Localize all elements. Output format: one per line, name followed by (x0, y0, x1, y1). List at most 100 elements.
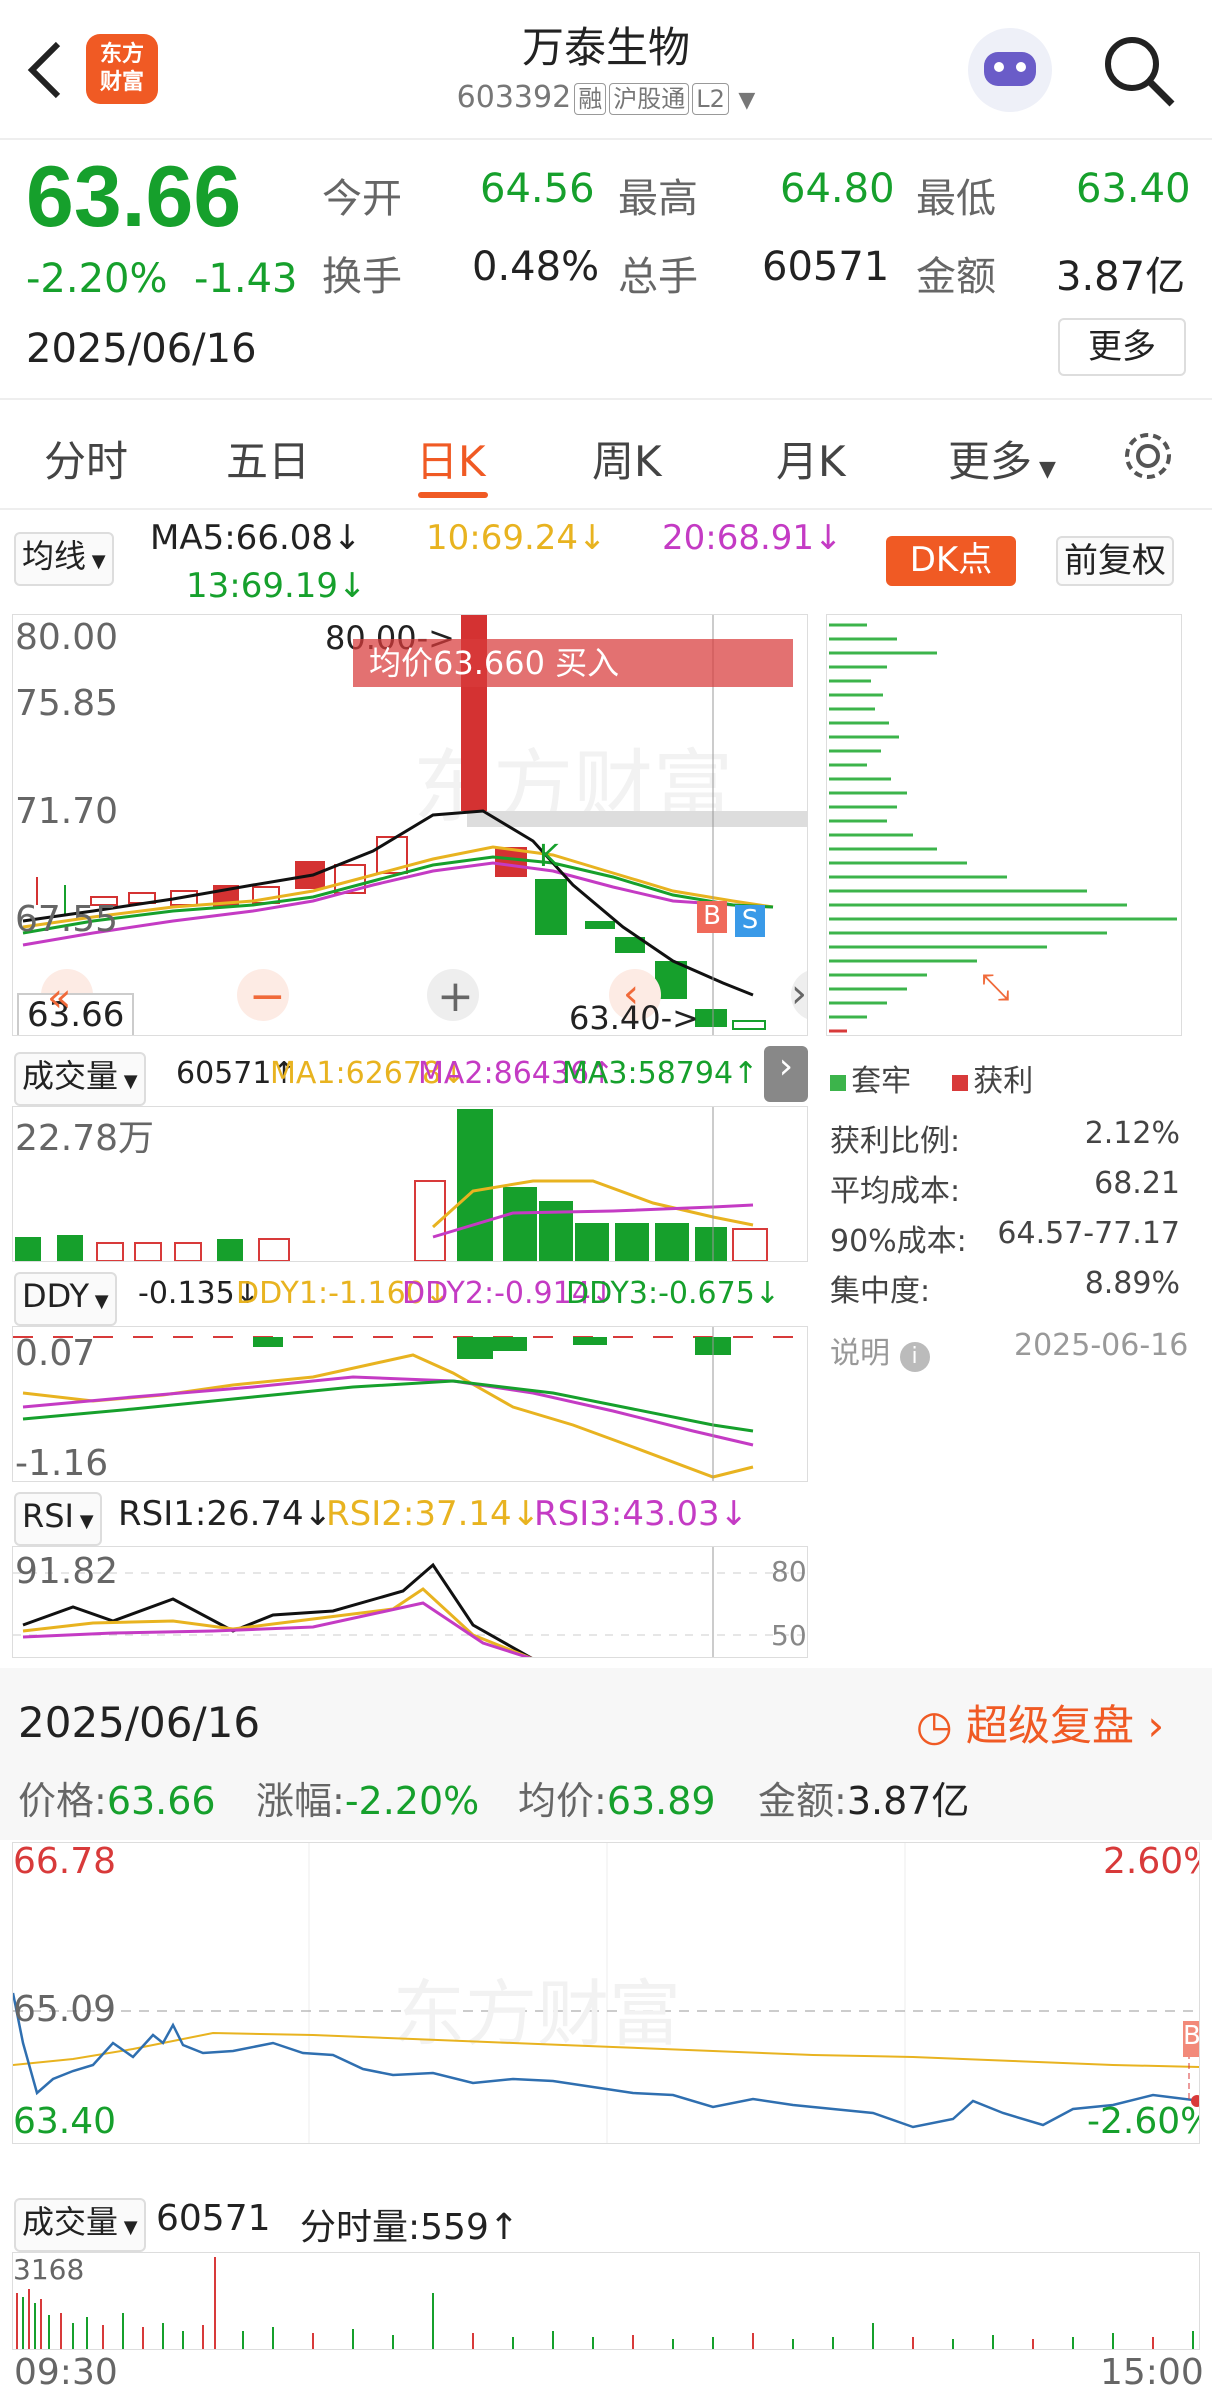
active-tab-indicator (418, 492, 488, 498)
rsi-svg (13, 1547, 807, 1657)
kline-axis-3: 71.70 (15, 791, 119, 832)
rsi1-value: RSI1:26.74↓ (118, 1494, 333, 1534)
chip-label-avg-cost: 平均成本: (830, 1174, 961, 1209)
trapped-swatch (830, 1075, 846, 1091)
tag-level2: L2 (692, 83, 729, 115)
ma10-value: 10:69.24↓ (426, 518, 607, 558)
chip-label-concentration: 集中度: (830, 1274, 931, 1309)
rsi-axis-top: 91.82 (15, 1551, 119, 1592)
intraday-volume-chart[interactable]: 3168 (12, 2252, 1200, 2350)
legend-profit: 获利 (973, 1064, 1034, 1099)
kline-axis-max: 80.00 (15, 617, 119, 658)
robot-avatar-icon[interactable] (968, 28, 1052, 112)
tab-five-day[interactable]: 五日 (226, 428, 310, 489)
next-candle-icon[interactable]: › (791, 971, 807, 1017)
chip-label-profit-ratio: 获利比例: (830, 1124, 961, 1159)
intraday-pct-high: 2.60% (1103, 1842, 1199, 1882)
tab-intraday[interactable]: 分时 (44, 428, 128, 489)
intraday-chart[interactable]: 东方财富 66.78 65.09 63.40 2.60% -2.60% B (12, 1842, 1200, 2144)
ddy3-value: DDY3:-0.675↓ (566, 1276, 780, 1311)
ddy-select[interactable]: DDY ▼ (14, 1272, 117, 1326)
kline-axis-4: 67.55 (15, 899, 119, 940)
ddy-select-label: DDY (22, 1277, 90, 1315)
super-replay-label: 超级复盘 (966, 1701, 1135, 1750)
tab-weekly-k[interactable]: 周K (592, 428, 662, 489)
clock-icon: ◷ (916, 1701, 953, 1750)
intraday-amount-label: 金额: (758, 1779, 847, 1823)
ddy-svg (13, 1327, 807, 1481)
tag-connect: 沪股通 (609, 83, 690, 115)
intraday-change: -2.20% (344, 1779, 480, 1823)
intraday-tick-volume: 分时量:559↑ (300, 2207, 520, 2248)
legend-trapped: 套牢 (851, 1064, 912, 1099)
time-start: 09:30 (14, 2352, 118, 2393)
expand-panel-icon[interactable]: › (764, 1046, 808, 1102)
open-label: 今开 (322, 176, 402, 222)
rsi-chart[interactable]: 91.82 80 50 (12, 1546, 808, 1658)
intraday-pct-low: -2.60% (1087, 2101, 1199, 2142)
dk-point-button[interactable]: DK点 (886, 536, 1016, 586)
kline-chart[interactable]: 东方财富 80.00 75.85 71.70 67.55 63.66 80.00… (12, 614, 808, 1036)
intraday-amount-row: 金额:3.87亿 (758, 1770, 969, 1825)
rsi-level-50: 50 (771, 1619, 807, 1652)
scroll-left-icon[interactable]: « (47, 975, 71, 1021)
ddy-axis-top: 0.07 (15, 1333, 96, 1374)
ma-select[interactable]: 均线 ▼ (14, 532, 114, 586)
gear-icon[interactable] (1118, 426, 1178, 486)
k-signal: K (539, 839, 559, 874)
chip-date: 2025-06-16 (1014, 1328, 1189, 1363)
tab-more-label: 更多 (948, 437, 1033, 486)
super-replay-button[interactable]: ◷ 超级复盘 › (916, 1692, 1164, 1753)
prev-candle-icon[interactable]: ‹ (623, 971, 639, 1017)
sell-signal-badge: S (735, 905, 765, 937)
high-value: 64.80 (780, 166, 895, 212)
low-label: 最低 (916, 176, 996, 222)
chip-value-90-cost: 64.57-77.17 (997, 1216, 1180, 1251)
chevron-down-icon[interactable]: ▼ (738, 88, 755, 113)
tab-more[interactable]: 更多 ▼ (948, 428, 1056, 489)
intraday-volume-select[interactable]: 成交量 ▼ (14, 2198, 146, 2252)
intraday-header: 2025/06/16 ◷ 超级复盘 › 价格:63.66 涨幅:-2.20% 均… (0, 1668, 1212, 1840)
tab-daily-k[interactable]: 日K (416, 428, 486, 489)
zoom-out-icon[interactable]: − (249, 971, 286, 1022)
volume-select-label: 成交量 (22, 1057, 119, 1095)
intraday-change-row: 涨幅:-2.20% (256, 1770, 479, 1825)
chip-note[interactable]: 说明 i (830, 1328, 930, 1372)
intraday-volume-svg (16, 2257, 1194, 2349)
turnover-value: 0.48% (472, 244, 600, 290)
intraday-svg: 东方财富 (13, 1843, 1199, 2143)
volume-label: 总手 (618, 254, 698, 300)
profit-swatch (952, 1075, 969, 1091)
change-amount: -1.43 (194, 256, 298, 302)
intraday-price-row: 价格:63.66 (18, 1770, 216, 1825)
avg-price-banner: 均价63.660 买入 (353, 639, 793, 687)
current-price-tag: 63.66 (17, 993, 135, 1035)
chip-distribution-chart[interactable]: ⤡ (826, 614, 1182, 1036)
ddy-chart[interactable]: 0.07 -1.16 (12, 1326, 808, 1482)
intraday-volume-value: 60571 (156, 2198, 271, 2239)
zoom-in-icon[interactable]: + (437, 971, 474, 1022)
volume-ma3: MA3:58794↑ (562, 1056, 759, 1091)
search-icon[interactable] (1102, 34, 1178, 110)
rsi2-value: RSI2:37.14↓ (326, 1494, 541, 1534)
ma20-value: 20:68.91↓ (662, 518, 843, 558)
intraday-axis-mid: 65.09 (13, 1989, 117, 2030)
period-tabs: 分时 五日 日K 周K 月K 更多 ▼ (0, 400, 1212, 510)
intraday-avg-row: 均价:63.89 (518, 1770, 716, 1825)
ma13-value: 13:69.19↓ (186, 566, 367, 606)
intraday-avg: 63.89 (606, 1779, 716, 1823)
more-quote-button[interactable]: 更多 (1058, 318, 1186, 376)
tab-monthly-k[interactable]: 月K (776, 428, 846, 489)
low-value: 63.40 (1076, 166, 1191, 212)
turnover-label: 换手 (322, 254, 402, 300)
chip-note-label: 说明 (830, 1336, 890, 1371)
volume-select[interactable]: 成交量 ▼ (14, 1052, 146, 1106)
rsi-select-label: RSI (22, 1497, 74, 1535)
volume-axis-top: 22.78万 (15, 1118, 155, 1159)
top-bar: 东方 财富 万泰生物 603392 融沪股通 L2 ▼ (0, 0, 1212, 140)
adjust-select[interactable]: 前复权 (1056, 536, 1174, 586)
expand-icon[interactable]: ⤡ (981, 967, 1010, 1009)
volume-chart[interactable]: 22.78万 (12, 1106, 808, 1262)
quote-date: 2025/06/16 (26, 326, 257, 372)
rsi-select[interactable]: RSI ▼ (14, 1492, 102, 1546)
